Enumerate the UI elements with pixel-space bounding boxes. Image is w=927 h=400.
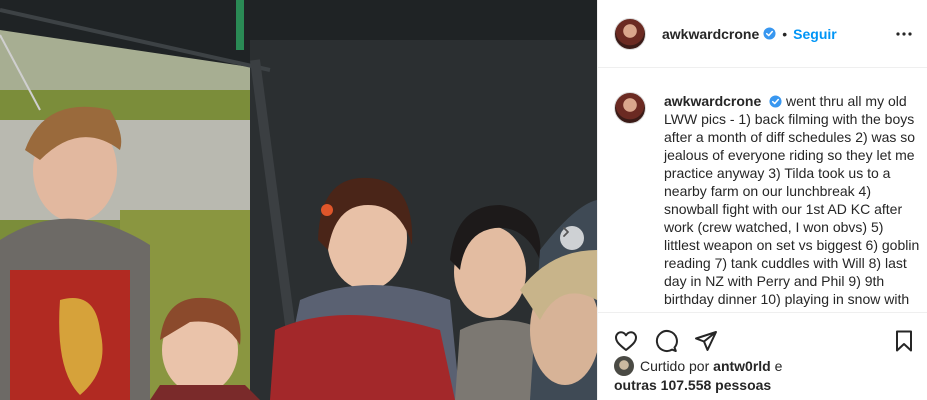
caption: awkwardcrone went thru all my old LWW pi…	[664, 92, 920, 308]
post-author-username[interactable]: awkwardcrone	[662, 26, 759, 42]
liked-by-conj: e	[774, 358, 783, 374]
likes-summary: Curtido por antw0rld e outras 107.558 pe…	[614, 356, 914, 394]
comment-icon[interactable]	[654, 329, 678, 353]
next-photo-button[interactable]	[560, 226, 584, 250]
caption-avatar[interactable]	[614, 92, 646, 124]
post-header: awkwardcrone • Seguir	[598, 0, 927, 68]
chevron-right-icon	[563, 227, 569, 237]
paper-plane-icon[interactable]	[694, 329, 718, 353]
liked-by-line: Curtido por antw0rld e	[614, 356, 914, 376]
more-options-icon	[896, 32, 912, 36]
likes-others[interactable]: outras 107.558 pessoas	[614, 376, 914, 394]
more-options-button[interactable]	[892, 22, 916, 46]
caption-username[interactable]: awkwardcrone	[664, 93, 761, 109]
caption-text: went thru all my old LWW pics - 1) back …	[664, 93, 920, 307]
bookmark-icon[interactable]	[892, 329, 916, 353]
header-separator: •	[782, 25, 788, 42]
liker-avatar[interactable]	[614, 356, 634, 376]
heart-icon[interactable]	[614, 329, 638, 353]
verified-badge-icon	[769, 95, 782, 108]
caption-area: awkwardcrone went thru all my old LWW pi…	[598, 69, 927, 312]
verified-badge-icon	[763, 27, 776, 40]
caption-row: awkwardcrone went thru all my old LWW pi…	[614, 92, 920, 308]
action-bar	[598, 312, 927, 358]
post-photo[interactable]	[0, 0, 597, 400]
photo-illustration	[0, 0, 597, 400]
avatar[interactable]	[614, 17, 646, 50]
liked-by-user[interactable]: antw0rld	[713, 357, 771, 375]
post-side-panel: awkwardcrone • Seguir awkwardcrone went …	[597, 0, 927, 400]
follow-button[interactable]: Seguir	[793, 26, 837, 42]
liked-by-prefix: Curtido por	[640, 358, 710, 374]
